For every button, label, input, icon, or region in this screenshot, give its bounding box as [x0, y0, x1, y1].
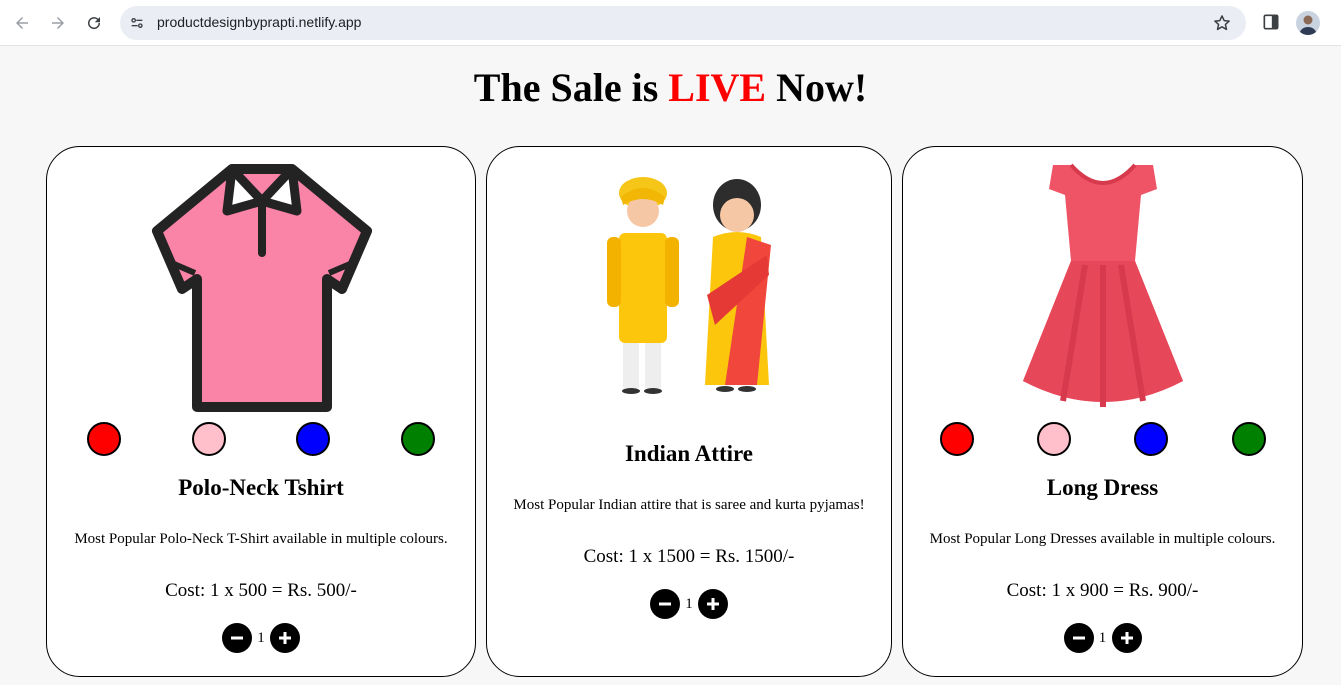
color-swatch-blue[interactable] [296, 422, 330, 456]
forward-arrow-icon[interactable] [43, 8, 73, 38]
product-title: Long Dress [1046, 475, 1159, 500]
product-card-long-dress: Long Dress Most Popular Long Dresses ava… [902, 146, 1303, 677]
plus-icon [279, 632, 291, 644]
product-cost: Cost: 1 x 500 = Rs. 500/- [165, 580, 357, 601]
address-bar[interactable]: productdesignbyprapti.netlify.app [120, 6, 1246, 40]
color-swatch-pink[interactable] [192, 422, 226, 456]
url-text[interactable]: productdesignbyprapti.netlify.app [157, 14, 361, 30]
polo-tshirt-image [152, 164, 372, 412]
product-cost: Cost: 1 x 900 = Rs. 900/- [1006, 580, 1199, 601]
product-card-indian-attire: Indian Attire Most Popular Indian attire… [486, 146, 892, 677]
site-settings-icon[interactable] [128, 14, 146, 32]
long-dress-image [1023, 163, 1183, 407]
decrement-button[interactable] [222, 623, 252, 653]
quantity-value: 1 [257, 629, 265, 646]
plus-icon [1120, 632, 1133, 644]
quantity-value: 1 [685, 595, 693, 612]
quantity-value: 1 [1098, 629, 1107, 646]
increment-button[interactable] [698, 589, 728, 619]
color-swatch-green[interactable] [1232, 422, 1266, 456]
side-panel-icon[interactable] [1261, 12, 1281, 32]
increment-button[interactable] [1111, 623, 1142, 653]
quantity-stepper: 1 [487, 589, 891, 619]
minus-icon [231, 636, 243, 640]
indian-attire-image [607, 177, 771, 394]
headline-prefix: The Sale is [473, 65, 669, 110]
product-cost: Cost: 1 x 1500 = Rs. 1500/- [583, 546, 795, 567]
reload-icon[interactable] [79, 8, 109, 38]
profile-avatar[interactable] [1296, 11, 1320, 35]
quantity-stepper: 1 [47, 623, 475, 653]
minus-icon [1072, 636, 1085, 640]
product-title: Polo-Neck Tshirt [178, 475, 344, 500]
quantity-stepper: 1 [903, 623, 1302, 653]
browser-toolbar: productdesignbyprapti.netlify.app [0, 0, 1341, 46]
bookmark-star-icon[interactable] [1212, 13, 1232, 33]
color-swatch-green[interactable] [401, 422, 435, 456]
product-description: Most Popular Long Dresses available in m… [929, 531, 1276, 547]
color-swatch-blue[interactable] [1134, 422, 1168, 456]
product-title: Indian Attire [624, 441, 754, 466]
product-card-polo: Polo-Neck Tshirt Most Popular Polo-Neck … [46, 146, 476, 677]
decrement-button[interactable] [650, 589, 680, 619]
product-description: Most Popular Indian attire that is saree… [513, 497, 865, 513]
back-arrow-icon[interactable] [7, 8, 37, 38]
page-headline: The Sale is LIVE Now! [0, 64, 1341, 111]
color-swatch-pink[interactable] [1037, 422, 1071, 456]
color-swatch-red[interactable] [87, 422, 121, 456]
headline-live: LIVE [668, 65, 767, 110]
plus-icon [707, 598, 719, 610]
decrement-button[interactable] [1063, 623, 1094, 653]
headline-suffix: Now! [766, 65, 868, 110]
product-description: Most Popular Polo-Neck T-Shirt available… [74, 531, 448, 547]
increment-button[interactable] [270, 623, 300, 653]
minus-icon [659, 602, 671, 606]
color-swatch-red[interactable] [940, 422, 974, 456]
